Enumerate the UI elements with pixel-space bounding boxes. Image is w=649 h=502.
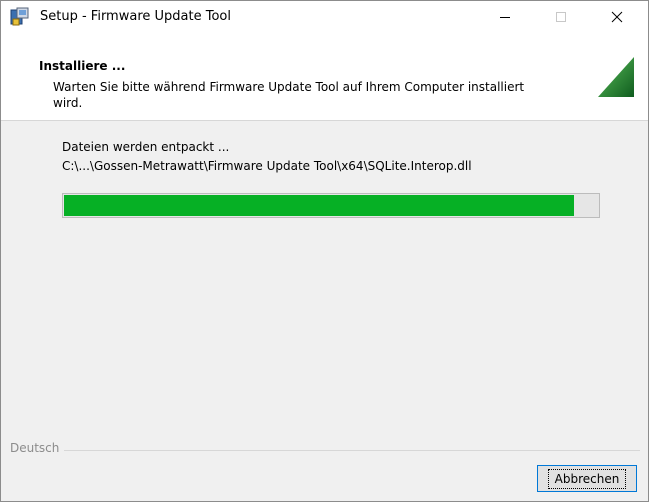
page-description: Warten Sie bitte während Firmware Update… xyxy=(53,80,525,110)
wizard-header: Installiere ... Warten Sie bitte während… xyxy=(1,32,648,121)
close-button[interactable] xyxy=(594,1,640,32)
maximize-icon xyxy=(556,11,566,22)
language-divider xyxy=(10,450,640,451)
progress-fill xyxy=(64,195,574,216)
wizard-logo-icon xyxy=(598,57,634,97)
cancel-button[interactable]: Abbrechen xyxy=(537,465,637,492)
minimize-icon xyxy=(500,16,510,18)
setup-app-icon xyxy=(10,7,29,26)
minimize-button[interactable] xyxy=(482,1,528,32)
setup-window: Setup - Firmware Update Tool Installiere… xyxy=(0,0,649,502)
close-icon xyxy=(611,11,623,22)
title-bar[interactable]: Setup - Firmware Update Tool xyxy=(1,1,648,32)
install-progress-bar xyxy=(62,193,600,218)
language-label: Deutsch xyxy=(10,441,65,455)
cancel-button-label: Abbrechen xyxy=(547,468,627,489)
status-text: Dateien werden entpackt ... xyxy=(62,140,230,154)
page-title: Installiere ... xyxy=(39,59,126,73)
current-file-path: C:\...\Gossen-Metrawatt\Firmware Update … xyxy=(62,159,472,173)
maximize-button[interactable] xyxy=(538,1,584,32)
window-title: Setup - Firmware Update Tool xyxy=(40,9,231,24)
